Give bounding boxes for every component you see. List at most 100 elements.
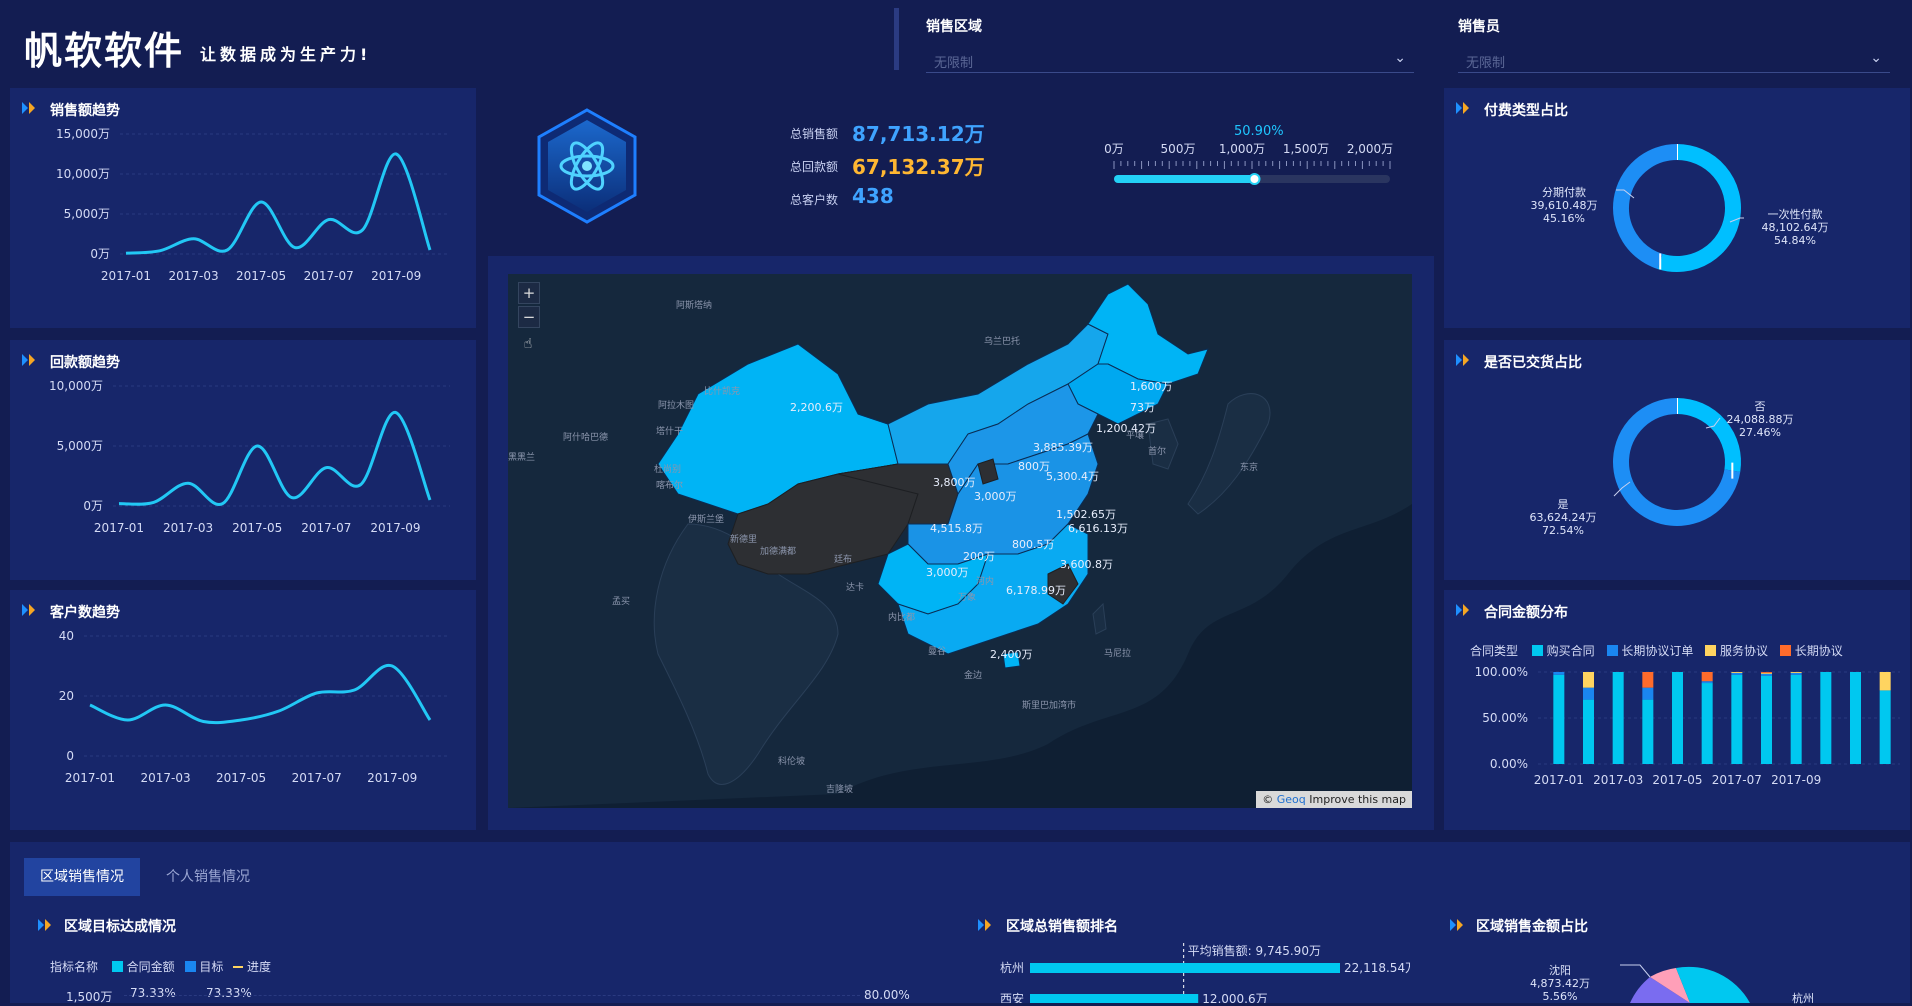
pie-leader-line (1620, 964, 1651, 978)
tab-personal-sales[interactable]: 个人销售情况 (150, 858, 266, 896)
filter-region-placeholder: 无限制 (934, 56, 974, 71)
delivery-panel: 是否已交货占比 否 24,088.88万 27.46% 是 63,624.24万… (1444, 340, 1910, 580)
slice-percent: 45.16% (1543, 212, 1585, 225)
map-value-label: 4,515.8万 (930, 522, 983, 535)
map-place-label: 马尼拉 (1104, 649, 1132, 659)
double-arrow-icon (1450, 919, 1463, 931)
legend-swatch (1531, 645, 1543, 656)
legend-item[interactable]: 长期协议订单 (1621, 644, 1693, 658)
x-tick-label: 2017-09 (367, 771, 417, 785)
average-label: 平均销售额: 9,745.90万 (1188, 943, 1321, 958)
map-place-label: 阿什哈巴德 (563, 433, 609, 443)
slice-name: 分期付款 (1542, 186, 1586, 199)
payment-type-panel: 付费类型占比 分期付款 39,610.48万 45.16% 一次性付款 48,1… (1444, 88, 1910, 328)
chevron-down-icon: ⌄ (1870, 50, 1882, 66)
slice-name: 是 (1557, 498, 1569, 511)
kpi-value: 438 (852, 184, 894, 208)
bar-segment (1761, 672, 1772, 674)
map-place-label: 吉隆坡 (826, 785, 854, 795)
bar-segment (1553, 672, 1565, 675)
legend-item[interactable]: 长期协议 (1795, 644, 1843, 658)
bar-segment (1701, 683, 1713, 764)
panel-title: 是否已交货占比 (1484, 355, 1582, 371)
filter-salesperson-select[interactable]: 无限制 ⌄ (1458, 46, 1890, 73)
right-axis-tick: 80.00% (864, 988, 910, 1002)
legend-title: 合同类型 (1470, 644, 1519, 658)
map-value-label: 73万 (1130, 401, 1155, 414)
x-tick-label: 2017-05 (236, 269, 286, 283)
legend-item[interactable]: 目标 (199, 960, 223, 974)
attribution-link[interactable]: Geoq (1277, 793, 1306, 806)
series-line (118, 410, 432, 506)
legend-swatch (1606, 645, 1618, 656)
map-place-label: 斯里巴加湾市 (1022, 701, 1077, 711)
zoom-in-button[interactable]: + (518, 282, 540, 304)
customer-trend-chart: 40 20 0 2017-01 2017-03 2017-05 2017-07 2017-09 (59, 629, 450, 785)
map-place-label: 金边 (964, 671, 983, 681)
gridline (124, 995, 860, 996)
filter-region-label: 销售区域 (926, 19, 982, 35)
legend-item[interactable]: 合同金额 (127, 960, 175, 974)
map-value-label: 6,178.99万 (1006, 584, 1066, 597)
payment-trend-panel: 回款额趋势 10,000万 5,000万 0万 2017-01 2017-03 2017-… (10, 340, 476, 580)
slice-label: 一次性付款 48,102.64万 54.84% (1740, 208, 1850, 247)
map-place-label: 河内 (976, 577, 995, 587)
panel-title: 合同金额分布 (1484, 605, 1568, 621)
bar-segment (1790, 672, 1802, 675)
legend-item[interactable]: 进度 (247, 960, 271, 974)
map-value-label: 800.5万 (1012, 538, 1055, 551)
legend-item[interactable]: 服务协议 (1720, 644, 1768, 658)
map-place-label: 塔什干 (656, 427, 684, 437)
ranking-chart: 平均销售额: 9,745.90万杭州 22,118.54万西安 12,000.6万 (1000, 943, 1410, 1003)
filter-salesperson-placeholder: 无限制 (1466, 56, 1506, 71)
donut-slice (1657, 144, 1741, 272)
map-place-label: 廷布 (834, 555, 853, 565)
double-arrow-icon (38, 919, 51, 931)
bar-segment (1553, 674, 1565, 764)
tab-region-sales[interactable]: 区域销售情况 (24, 858, 140, 896)
map-place-label: 孟买 (612, 597, 631, 607)
map-place-label: 阿斯塔纳 (676, 301, 713, 311)
map-value-label: 3,885.39万 (1033, 441, 1093, 454)
map-panel: + − ☝ 2,200.6万 1,600万 73万 1,200.42万 3,88… (488, 256, 1434, 830)
y-tick-label: 0.00% (1490, 757, 1528, 771)
bar-segment (1879, 672, 1891, 691)
map-value-label: 5,300.4万 (1046, 470, 1099, 483)
y-tick-label: 10,000万 (56, 167, 110, 181)
panel-title: 客户数趋势 (50, 605, 120, 621)
slice-percent: 5.56% (1542, 990, 1578, 1003)
legend-swatch (233, 966, 244, 968)
kpi-total-sales: 总销售额 87,713.12万 (790, 118, 1050, 146)
y-tick-label: 5,000万 (57, 439, 103, 453)
legend-swatch (184, 961, 196, 972)
attribution-suffix[interactable]: Improve this map (1306, 793, 1406, 806)
x-tick-label: 2017-07 (301, 521, 351, 535)
x-tick-label: 2017-03 (163, 521, 213, 535)
legend-item[interactable]: 购买合同 (1547, 644, 1595, 658)
map-attribution: © Geoq Improve this map (1256, 791, 1412, 808)
legend-title: 指标名称 (50, 960, 99, 974)
map-place-label: 乌兰巴托 (984, 337, 1021, 347)
map-view[interactable]: + − ☝ 2,200.6万 1,600万 73万 1,200.42万 3,88… (508, 274, 1412, 808)
bar-segment (1850, 672, 1861, 764)
map-place-label: 杜尚别 (654, 465, 682, 475)
filter-region-select[interactable]: 无限制 ⌄ (926, 46, 1414, 73)
slice-name: 杭州 (1792, 992, 1814, 1005)
atom-hexagon-icon (537, 108, 637, 224)
double-arrow-icon (978, 919, 991, 931)
map-value-label: 200万 (963, 550, 995, 563)
map-place-label: 达卡 (846, 583, 865, 593)
map-place-label: 加德满都 (760, 547, 797, 557)
slice-percent: 72.54% (1542, 524, 1584, 537)
bar-value-label: 22,118.54万 (1344, 961, 1410, 975)
kpi-value: 67,132.37万 (852, 155, 985, 179)
x-tick-label: 2017-01 (65, 771, 115, 785)
bottom-section: 区域销售情况 个人销售情况 区域目标达成情况 指标名称 合同金额 目标 进度 1… (10, 842, 1910, 1005)
category-label: 杭州 (1000, 960, 1024, 975)
slogan: 让数据成为生产力! (200, 45, 372, 64)
zoom-out-button[interactable]: − (518, 306, 540, 328)
bar-segment (1761, 675, 1772, 764)
bar (1030, 994, 1199, 1003)
pointer-tool-icon[interactable]: ☝ (518, 336, 538, 356)
contract-dist-panel: 合同金额分布 合同类型 购买合同 长期协议订单 服务协议 长期协议 100.00… (1444, 590, 1910, 830)
